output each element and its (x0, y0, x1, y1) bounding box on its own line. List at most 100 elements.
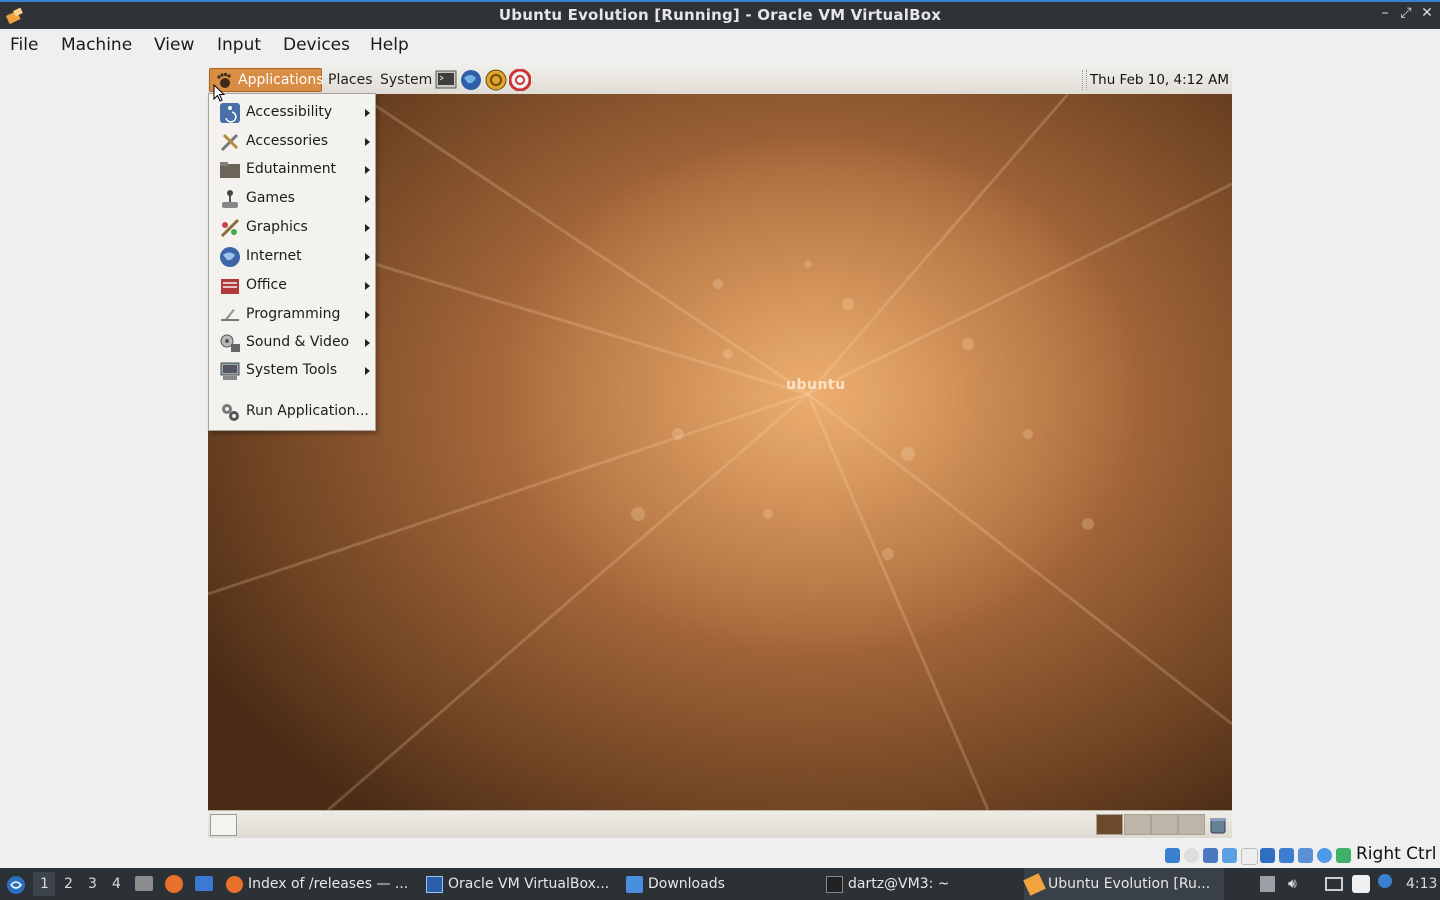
task-ubuntu-vm[interactable]: Ubuntu Evolution [Ru... (1023, 868, 1224, 900)
gnome-bottom-panel (208, 810, 1232, 838)
menu-item-accessories[interactable]: Accessories (209, 127, 375, 156)
menu-item-programming[interactable]: Programming (209, 300, 375, 329)
clipboard-tray-icon[interactable] (1352, 875, 1370, 893)
mail-icon[interactable] (485, 69, 507, 91)
menu-item-sound-video[interactable]: Sound & Video (209, 328, 375, 357)
cpu-icon[interactable] (1317, 848, 1332, 863)
host-key-label[interactable]: Right Ctrl (1356, 844, 1436, 864)
usb-icon[interactable] (1241, 848, 1258, 865)
display-icon[interactable] (1279, 848, 1294, 863)
submenu-arrow-icon (365, 138, 370, 146)
menu-view[interactable]: View (154, 35, 194, 55)
menu-item-system-tools[interactable]: System Tools (209, 356, 375, 385)
hard-disk-icon[interactable] (1165, 848, 1180, 863)
network-icon[interactable] (1222, 848, 1237, 863)
menu-item-games[interactable]: Games (209, 184, 375, 213)
recording-icon[interactable] (1298, 848, 1313, 863)
menubar: File Machine View Input Devices Help (0, 29, 1440, 63)
menu-item-internet[interactable]: Internet (209, 242, 375, 271)
submenu-arrow-icon (365, 367, 370, 375)
menu-item-edutainment[interactable]: Edutainment (209, 155, 375, 184)
firefox-launcher-icon[interactable] (165, 875, 183, 893)
task-virtualbox-manager[interactable]: Oracle VM VirtualBox... (424, 868, 616, 900)
submenu-arrow-icon (365, 109, 370, 117)
sound-video-icon (220, 334, 240, 352)
menu-input[interactable]: Input (217, 35, 261, 55)
menu-devices[interactable]: Devices (283, 35, 350, 55)
start-menu-icon[interactable] (6, 875, 26, 895)
submenu-arrow-icon (365, 166, 370, 174)
workspace-3[interactable] (1151, 814, 1178, 835)
workspace-4-button[interactable]: 4 (112, 876, 121, 892)
workspace-2-button[interactable]: 2 (64, 876, 73, 892)
web-browser-icon[interactable] (460, 69, 482, 91)
task-terminal[interactable]: dartz@VM3: ~ (824, 868, 1014, 900)
system-menu-button[interactable]: System (380, 72, 432, 88)
graphics-icon (220, 218, 240, 238)
maximize-button[interactable]: ⤢ (1397, 5, 1415, 21)
applications-dropdown-menu: Accessibility Accessories Edutainment Ga… (208, 93, 376, 431)
ubuntu-logo: ubuntu (786, 377, 846, 393)
notification-icon[interactable] (1378, 874, 1392, 888)
gears-icon (222, 404, 239, 421)
taskbar-clock[interactable]: 4:13 (1406, 876, 1437, 892)
menu-machine[interactable]: Machine (61, 35, 132, 55)
mouse-integration-icon[interactable] (1336, 848, 1351, 863)
folder-icon (220, 162, 240, 178)
network-tray-icon[interactable] (1325, 877, 1343, 891)
window-title: Ubuntu Evolution [Running] - Oracle VM V… (498, 6, 942, 24)
submenu-arrow-icon (365, 339, 370, 347)
host-taskbar: 1 2 3 4 Index of /releases — ... Oracle … (0, 868, 1440, 900)
audio-icon[interactable] (1203, 848, 1218, 863)
submenu-arrow-icon (365, 195, 370, 203)
folder-icon (626, 876, 643, 893)
submenu-arrow-icon (365, 282, 370, 290)
office-icon (221, 279, 239, 294)
accessibility-icon (220, 103, 240, 123)
virtualbox-icon (426, 876, 443, 893)
task-firefox[interactable]: Index of /releases — ... (224, 868, 414, 900)
system-tools-icon (220, 362, 240, 380)
terminal-icon[interactable] (435, 69, 457, 91)
trash-icon[interactable] (1208, 815, 1228, 835)
applications-label: Applications (238, 72, 324, 88)
menu-item-accessibility[interactable]: Accessibility (209, 98, 375, 127)
optical-drive-icon[interactable] (1184, 848, 1199, 863)
show-desktop-button[interactable] (210, 814, 237, 836)
menu-help[interactable]: Help (370, 35, 409, 55)
joystick-icon (222, 190, 238, 208)
submenu-arrow-icon (365, 253, 370, 261)
window-titlebar[interactable]: Ubuntu Evolution [Running] - Oracle VM V… (0, 0, 1440, 29)
help-icon[interactable] (509, 69, 531, 91)
volume-icon[interactable]: 🔊︎ (1288, 876, 1304, 892)
menu-item-run-application[interactable]: Run Application... (209, 397, 375, 426)
menu-item-office[interactable]: Office (209, 271, 375, 300)
tray-expand-icon[interactable] (1260, 876, 1275, 892)
file-manager-launcher-icon[interactable] (135, 876, 153, 891)
globe-icon (220, 247, 240, 267)
workspace-1[interactable] (1096, 814, 1123, 835)
workspace-3-button[interactable]: 3 (88, 876, 97, 892)
gnome-top-panel: Applications Places System Thu Feb 10, 4… (208, 66, 1232, 95)
shared-folders-icon[interactable] (1260, 848, 1275, 863)
menu-file[interactable]: File (10, 35, 38, 55)
mouse-cursor-icon (213, 84, 226, 102)
panel-separator (1082, 70, 1087, 90)
workspace-4[interactable] (1178, 814, 1205, 835)
guest-clock[interactable]: Thu Feb 10, 4:12 AM (1090, 72, 1229, 88)
workspace-2[interactable] (1124, 814, 1151, 835)
submenu-arrow-icon (365, 224, 370, 232)
workspace-label: 1 (40, 876, 49, 892)
firefox-icon (226, 876, 243, 893)
submenu-arrow-icon (365, 311, 370, 319)
menu-item-graphics[interactable]: Graphics (209, 213, 375, 242)
places-menu-button[interactable]: Places (328, 72, 373, 88)
show-desktop-launcher-icon[interactable] (195, 876, 213, 891)
close-button[interactable]: ✕ (1418, 5, 1436, 21)
task-downloads[interactable]: Downloads (624, 868, 814, 900)
minimize-button[interactable]: – (1376, 5, 1394, 21)
accessories-icon (220, 133, 239, 152)
terminal-icon (826, 876, 843, 893)
programming-icon (221, 309, 239, 321)
virtualbox-vm-icon (1023, 873, 1046, 896)
